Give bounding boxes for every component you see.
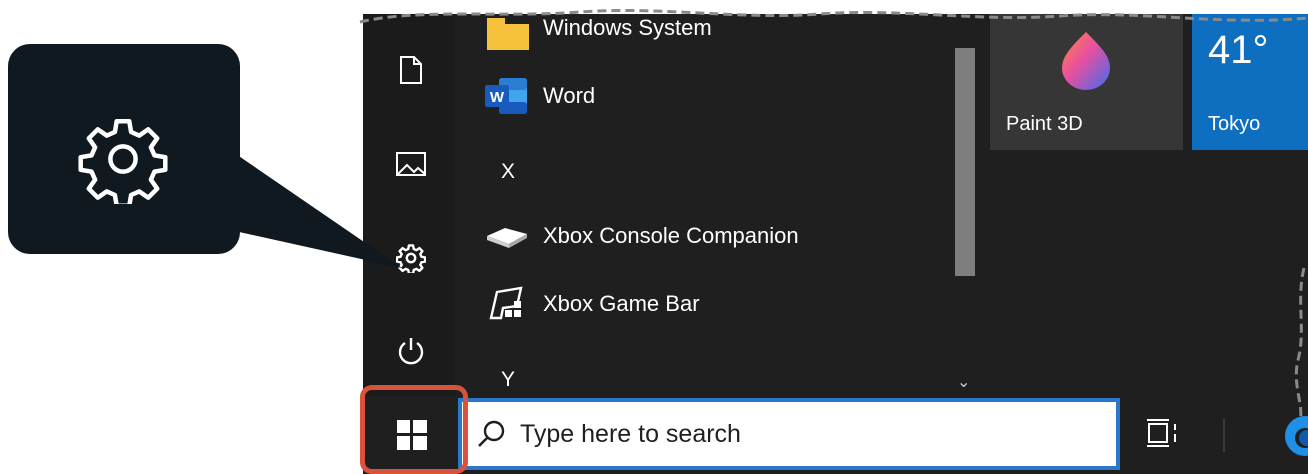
- gear-icon: [78, 118, 168, 204]
- start-button-highlight: [360, 385, 468, 474]
- callout-bubble: [8, 44, 240, 254]
